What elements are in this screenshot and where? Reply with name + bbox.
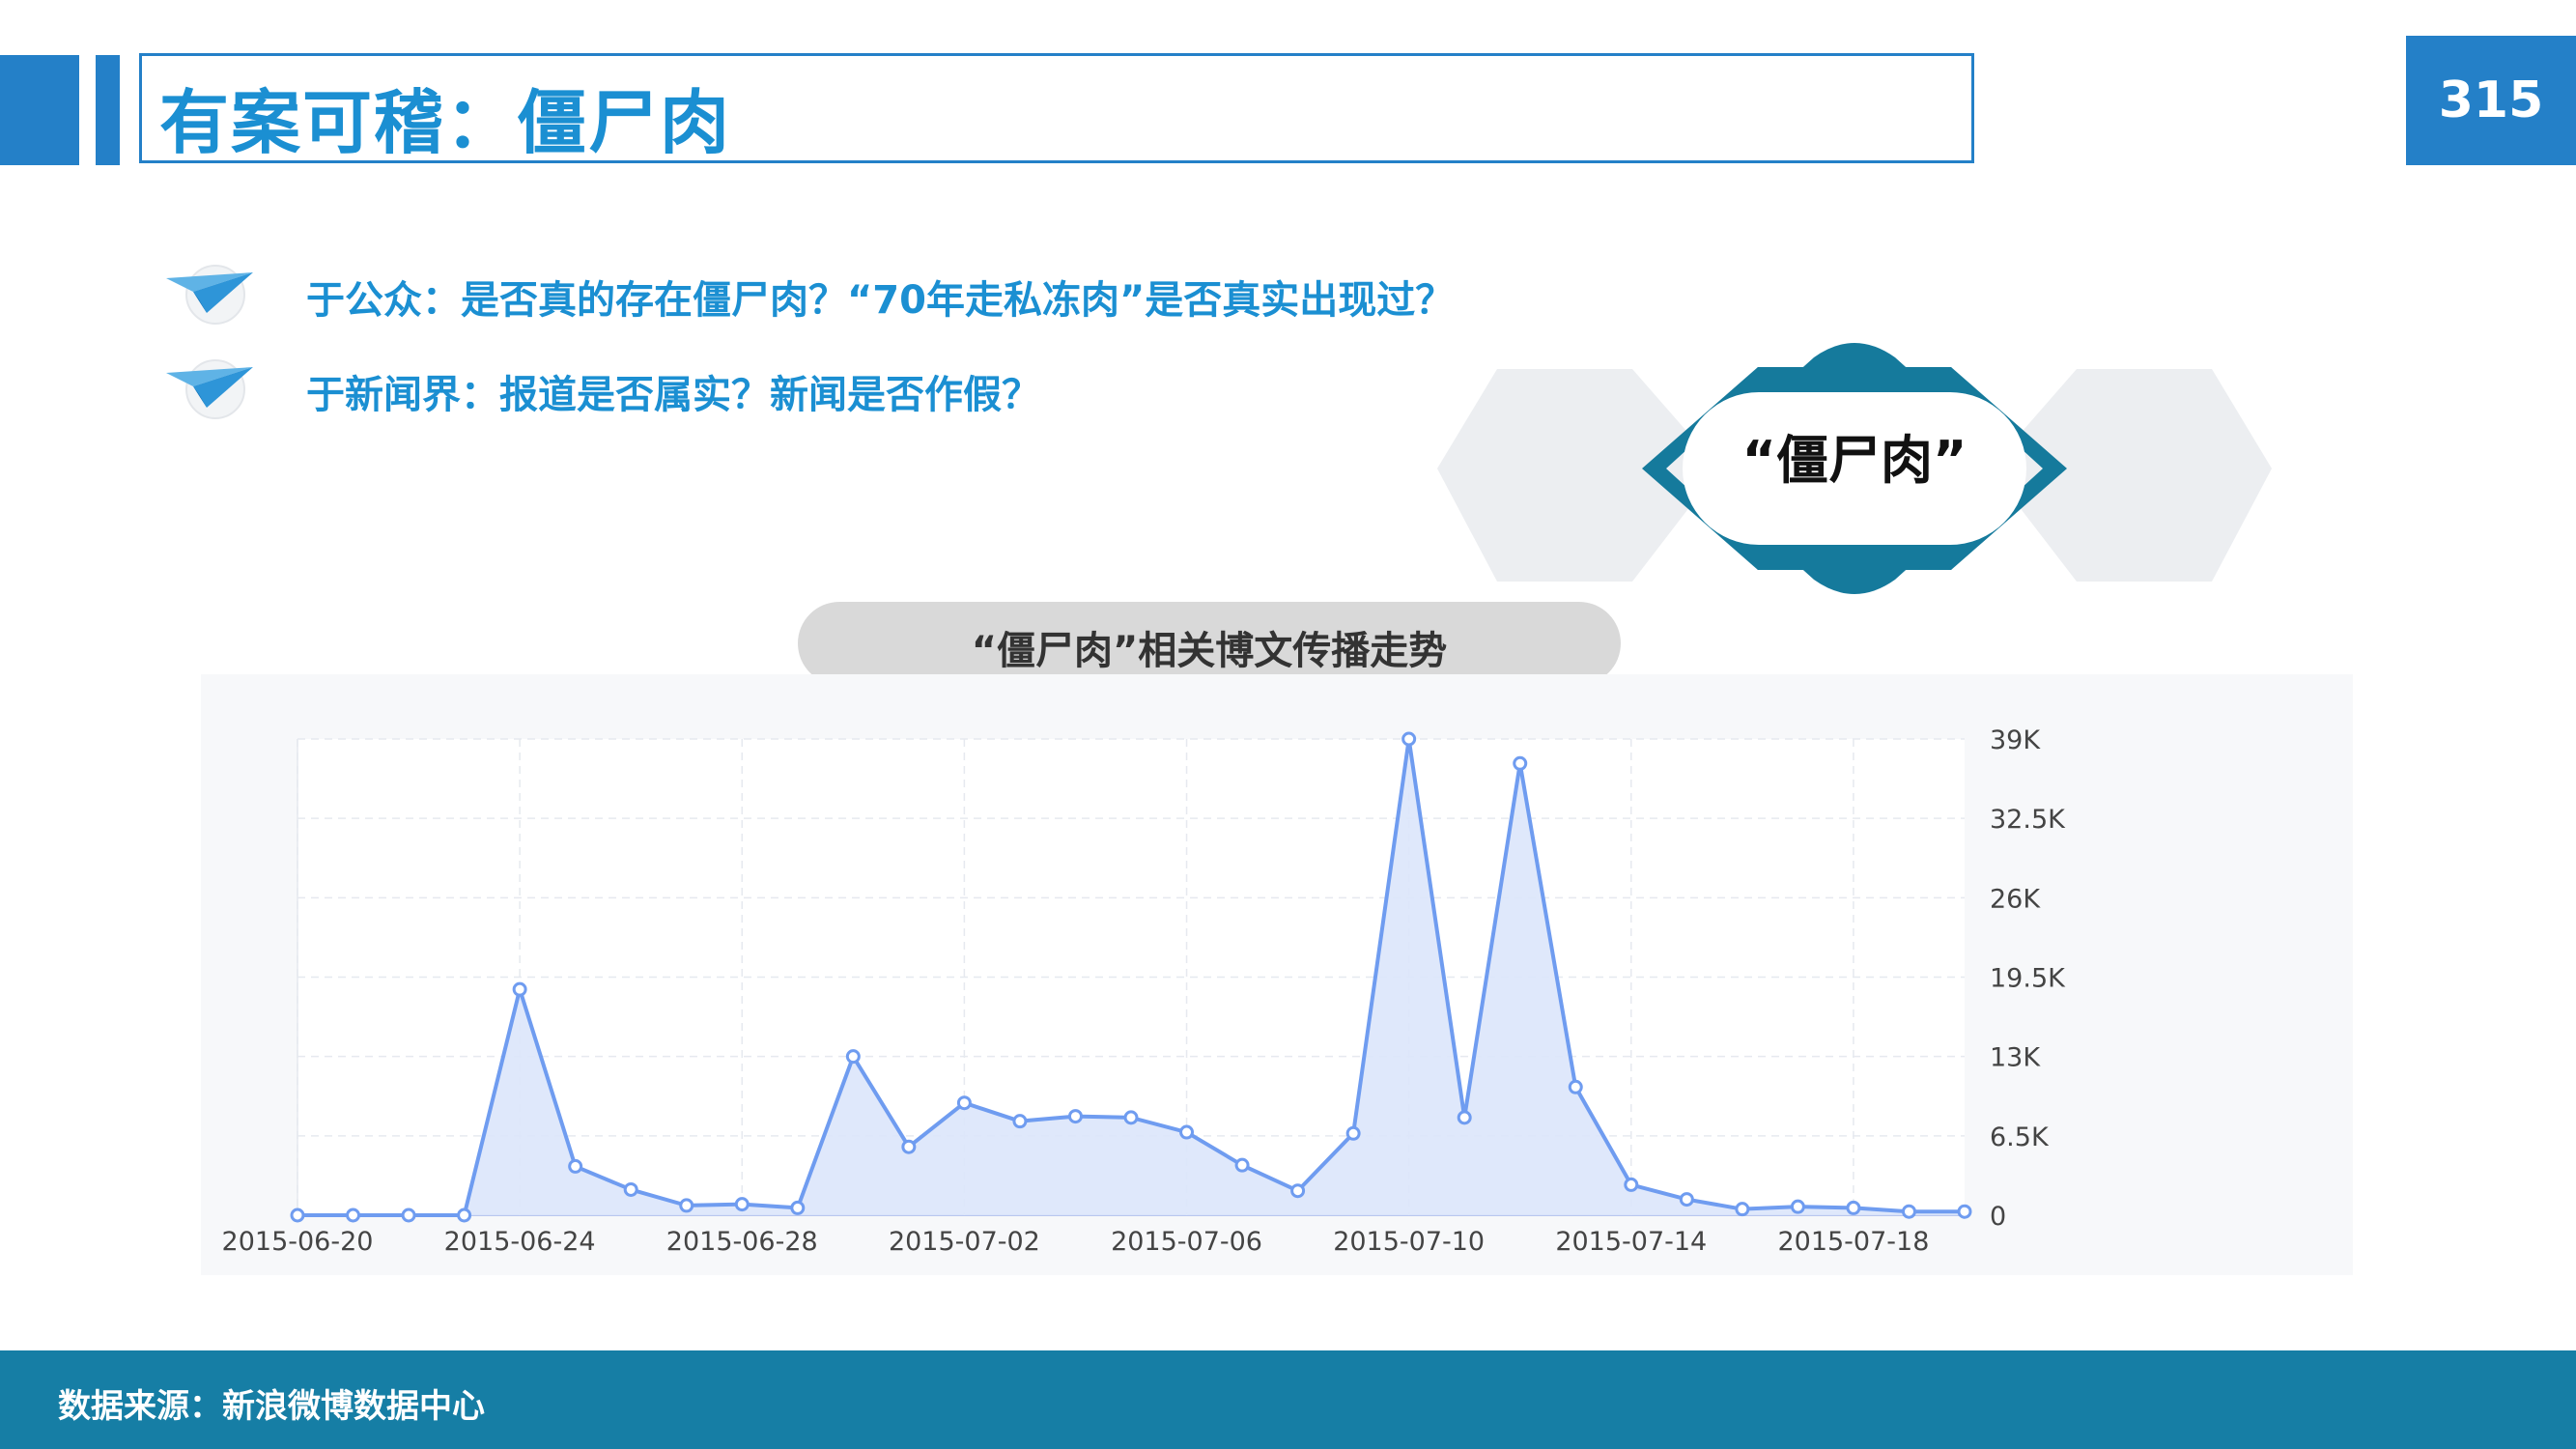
data-point xyxy=(346,1208,361,1223)
paper-plane-icon xyxy=(166,272,253,313)
bullet-text: 于新闻界：报道是否属实？新闻是否作假？ xyxy=(306,373,1040,417)
x-tick-label: 2015-07-06 xyxy=(1111,1227,1262,1257)
data-point xyxy=(457,1208,472,1223)
data-point xyxy=(401,1208,416,1223)
data-point xyxy=(1290,1183,1306,1199)
data-point xyxy=(568,1158,583,1174)
y-tick-label: 0 xyxy=(1990,1202,2006,1232)
data-point xyxy=(679,1198,694,1213)
bullet-text: 于公众：是否真的存在僵尸肉？“70年走私冻肉”是否真实出现过？ xyxy=(306,278,1455,323)
diamond-left-wing xyxy=(1437,369,1719,582)
data-point xyxy=(512,981,527,997)
data-point xyxy=(1513,755,1528,771)
y-tick-label: 6.5K xyxy=(1990,1122,2050,1152)
data-point xyxy=(1790,1199,1805,1214)
data-point xyxy=(1179,1124,1195,1140)
data-point xyxy=(1345,1125,1361,1141)
header-accent-bar-thin xyxy=(96,55,120,165)
diamond-label: “僵尸肉” xyxy=(1741,430,1967,491)
x-tick-label: 2015-06-28 xyxy=(666,1227,818,1257)
y-tick-label: 32.5K xyxy=(1990,805,2066,835)
x-tick-label: 2015-06-20 xyxy=(222,1227,374,1257)
x-tick-label: 2015-07-18 xyxy=(1777,1227,1929,1257)
x-tick-label: 2015-07-02 xyxy=(889,1227,1040,1257)
data-point xyxy=(1123,1110,1139,1125)
footer-bar: 数据来源：新浪微博数据中心 xyxy=(0,1350,2576,1449)
data-point xyxy=(1679,1192,1694,1208)
data-point xyxy=(901,1139,917,1154)
trend-chart: 0 6.5K 13K 19.5K 26K 32.5K 39K 2015-06-20 2015-0… xyxy=(222,725,2067,1257)
data-point xyxy=(734,1197,750,1212)
title-box: 有案可稽：僵尸肉 xyxy=(139,53,1974,163)
data-point xyxy=(623,1181,638,1197)
data-point xyxy=(1624,1177,1639,1192)
chart-title: “僵尸肉”相关博文传播走势 xyxy=(971,629,1448,673)
data-point xyxy=(1012,1114,1028,1129)
y-tick-label: 39K xyxy=(1990,725,2041,755)
page-title: 有案可稽：僵尸肉 xyxy=(159,82,732,163)
paper-plane-icon xyxy=(166,367,253,408)
data-point xyxy=(790,1200,806,1215)
data-source: 数据来源：新浪微博数据中心 xyxy=(58,1387,485,1426)
data-point xyxy=(1901,1204,1916,1219)
x-tick-label: 2015-07-10 xyxy=(1333,1227,1485,1257)
y-tick-label: 13K xyxy=(1990,1043,2041,1073)
data-point xyxy=(1568,1079,1583,1094)
data-point xyxy=(1067,1109,1083,1124)
page-number-badge: 315 xyxy=(2406,36,2576,165)
data-point xyxy=(1401,731,1417,747)
data-point xyxy=(1457,1110,1472,1125)
y-tick-label: 26K xyxy=(1990,884,2041,914)
chart-title-pill: “僵尸肉”相关博文传播走势 xyxy=(798,602,1621,685)
y-tick-label: 19.5K xyxy=(1990,964,2066,994)
chart-panel: 0 6.5K 13K 19.5K 26K 32.5K 39K 2015-06-20 2015-0… xyxy=(201,674,2353,1275)
data-point xyxy=(1846,1200,1861,1215)
data-point xyxy=(1735,1202,1750,1217)
header-accent-bar xyxy=(0,55,79,165)
diamond-right-wing xyxy=(1990,369,2272,582)
data-point xyxy=(845,1049,861,1065)
data-point xyxy=(1234,1157,1250,1173)
data-point xyxy=(1957,1204,1972,1219)
x-tick-label: 2015-07-14 xyxy=(1555,1227,1707,1257)
data-point xyxy=(956,1095,972,1111)
data-point xyxy=(290,1208,305,1223)
x-tick-label: 2015-06-24 xyxy=(444,1227,596,1257)
